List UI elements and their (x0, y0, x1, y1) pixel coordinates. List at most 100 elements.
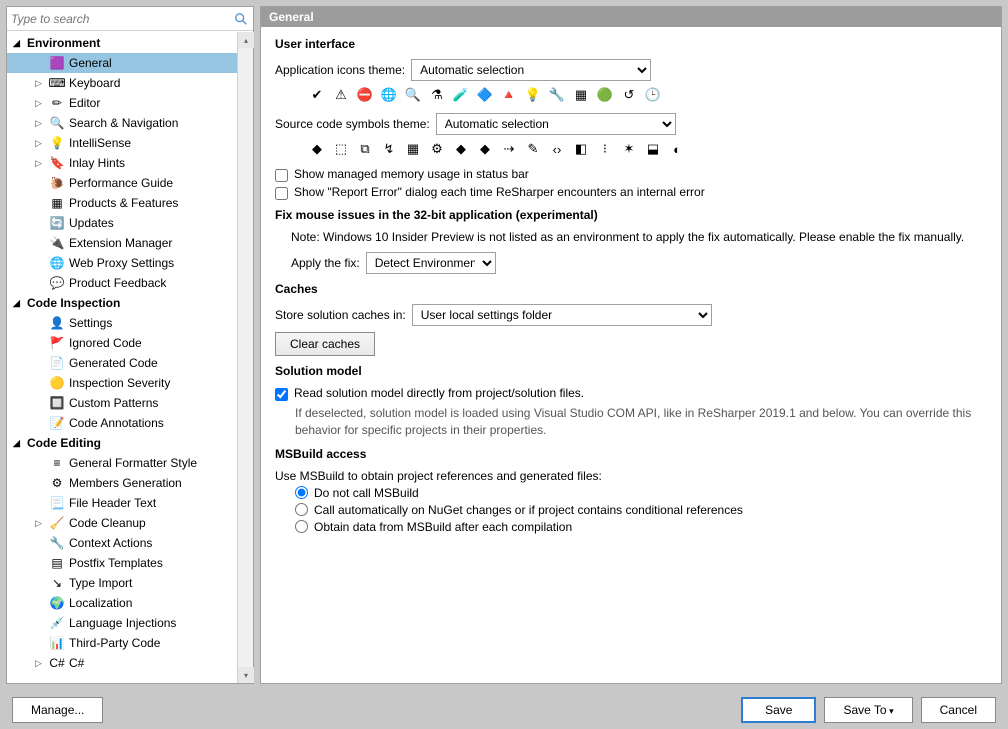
preview-icon: ↺ (621, 87, 637, 103)
tree-item-localization[interactable]: 🌍Localization (7, 593, 253, 613)
tree-item-inlay-hints[interactable]: ▷🔖Inlay Hints (7, 153, 253, 173)
tree-item-ignored-code[interactable]: 🚩Ignored Code (7, 333, 253, 353)
msbuild-opt3-radio[interactable] (295, 520, 308, 533)
tree-item-label: Type Import (69, 576, 132, 590)
tree-item-label: C# (69, 656, 84, 670)
msbuild-opt1-radio[interactable] (295, 486, 308, 499)
tree-item-performance-guide[interactable]: 🐌Performance Guide (7, 173, 253, 193)
tree-item-label: IntelliSense (69, 136, 131, 150)
magnifier-icon: 🔍 (49, 115, 65, 131)
tree-item-label: Performance Guide (69, 176, 173, 190)
tree-group-environment[interactable]: ◢Environment (7, 33, 253, 53)
expander-icon[interactable]: ▷ (35, 98, 47, 109)
preview-icon: 🕒 (645, 87, 661, 103)
preview-icon: ✶ (621, 141, 637, 157)
tree-item-label: General (69, 56, 112, 70)
tree-item-language-injections[interactable]: 💉Language Injections (7, 613, 253, 633)
update-icon: 🔄 (49, 215, 65, 231)
tree-item-keyboard[interactable]: ▷⌨Keyboard (7, 73, 253, 93)
search-box (7, 7, 253, 31)
preview-icon: ‹› (549, 141, 565, 157)
tree-item-updates[interactable]: 🔄Updates (7, 213, 253, 233)
app-icons-theme-label: Application icons theme: (275, 63, 405, 77)
expander-icon[interactable]: ▷ (35, 158, 47, 169)
nav-tree: ◢Environment🟪General▷⌨Keyboard▷✏Editor▷🔍… (7, 31, 253, 683)
read-solution-model-checkbox[interactable] (275, 388, 288, 401)
preview-icon: ⁝ (597, 141, 613, 157)
header-icon: 📃 (49, 495, 65, 511)
expander-icon[interactable]: ▷ (35, 118, 47, 129)
format-icon: ≡ (49, 455, 65, 471)
tree-item-file-header-text[interactable]: 📃File Header Text (7, 493, 253, 513)
preview-icon: ↯ (381, 141, 397, 157)
msbuild-opt2-radio[interactable] (295, 503, 308, 516)
expander-icon[interactable]: ◢ (13, 438, 25, 449)
tree-item-label: Keyboard (69, 76, 120, 90)
tree-item-type-import[interactable]: ↘ Type Import (7, 573, 253, 593)
show-report-error-label: Show "Report Error" dialog each time ReS… (294, 185, 705, 199)
msbuild-opt3-label: Obtain data from MSBuild after each comp… (314, 520, 572, 534)
save-to-button[interactable]: Save To (824, 697, 912, 723)
tree-item-code-cleanup[interactable]: ▷🧹Code Cleanup (7, 513, 253, 533)
show-report-error-checkbox[interactable] (275, 187, 288, 200)
tree-group-code-editing[interactable]: ◢Code Editing (7, 433, 253, 453)
solution-model-hint: If deselected, solution model is loaded … (295, 405, 987, 439)
expander-icon[interactable]: ▷ (35, 138, 47, 149)
app-icons-theme-select[interactable]: Automatic selection (411, 59, 651, 81)
tree-item-inspection-severity[interactable]: 🟡Inspection Severity (7, 373, 253, 393)
tree-item-third-party-code[interactable]: 📊Third-Party Code (7, 633, 253, 653)
expander-icon[interactable]: ◢ (13, 298, 25, 309)
tree-item-extension-manager[interactable]: 🔌Extension Manager (7, 233, 253, 253)
section-mouse-fix: Fix mouse issues in the 32-bit applicati… (275, 208, 987, 222)
scroll-up-button[interactable]: ▴ (238, 32, 254, 48)
preview-icon: ▦ (405, 141, 421, 157)
gear-icon: ⚙ (49, 475, 65, 491)
store-caches-label: Store solution caches in: (275, 308, 406, 322)
tree-item-code-annotations[interactable]: 📝Code Annotations (7, 413, 253, 433)
scroll-down-button[interactable]: ▾ (238, 667, 254, 683)
tree-item-web-proxy-settings[interactable]: 🌐Web Proxy Settings (7, 253, 253, 273)
preview-icon: ⚠ (333, 87, 349, 103)
tree-item-intellisense[interactable]: ▷💡IntelliSense (7, 133, 253, 153)
tree-item-generated-code[interactable]: 📄Generated Code (7, 353, 253, 373)
thirdparty-icon: 📊 (49, 635, 65, 651)
search-icon[interactable] (233, 11, 249, 27)
import-icon: ↘ (49, 575, 65, 591)
tree-group-code-inspection[interactable]: ◢Code Inspection (7, 293, 253, 313)
apply-fix-select[interactable]: Detect Environment (366, 252, 496, 274)
annot-icon: 📝 (49, 415, 65, 431)
clear-caches-button[interactable]: Clear caches (275, 332, 375, 356)
store-caches-select[interactable]: User local settings folder (412, 304, 712, 326)
symbols-theme-select[interactable]: Automatic selection (436, 113, 676, 135)
tree-item-label: Custom Patterns (69, 396, 158, 410)
tree-item-label: Ignored Code (69, 336, 142, 350)
save-button[interactable]: Save (741, 697, 816, 723)
tree-item-search-navigation[interactable]: ▷🔍Search & Navigation (7, 113, 253, 133)
expander-icon[interactable]: ▷ (35, 518, 47, 529)
scrollbar[interactable]: ▴ ▾ (237, 32, 253, 683)
read-solution-model-label: Read solution model directly from projec… (294, 386, 584, 400)
tree-item-general-formatter-style[interactable]: ≡General Formatter Style (7, 453, 253, 473)
cancel-button[interactable]: Cancel (921, 697, 996, 723)
search-input[interactable] (11, 12, 233, 26)
tree-item-context-actions[interactable]: 🔧Context Actions (7, 533, 253, 553)
tree-item-c-[interactable]: ▷C#C# (7, 653, 253, 673)
manage-button[interactable]: Manage... (12, 697, 103, 723)
section-solution-model: Solution model (275, 364, 987, 378)
tree-item-products-features[interactable]: ▦Products & Features (7, 193, 253, 213)
expander-icon[interactable]: ▷ (35, 658, 47, 669)
expander-icon[interactable]: ◢ (13, 38, 25, 49)
preview-icon: 🔧 (549, 87, 565, 103)
tree-item-custom-patterns[interactable]: 🔲Custom Patterns (7, 393, 253, 413)
tree-item-product-feedback[interactable]: 💬Product Feedback (7, 273, 253, 293)
tree-item-settings[interactable]: 👤Settings (7, 313, 253, 333)
tree-item-general[interactable]: 🟪General (7, 53, 253, 73)
show-memory-checkbox[interactable] (275, 169, 288, 182)
expander-icon[interactable]: ▷ (35, 78, 47, 89)
tree-item-label: Localization (69, 596, 132, 610)
section-caches: Caches (275, 282, 987, 296)
tree-item-members-generation[interactable]: ⚙Members Generation (7, 473, 253, 493)
tree-item-editor[interactable]: ▷✏Editor (7, 93, 253, 113)
preview-icon: 🌐 (381, 87, 397, 103)
tree-item-postfix-templates[interactable]: ▤Postfix Templates (7, 553, 253, 573)
